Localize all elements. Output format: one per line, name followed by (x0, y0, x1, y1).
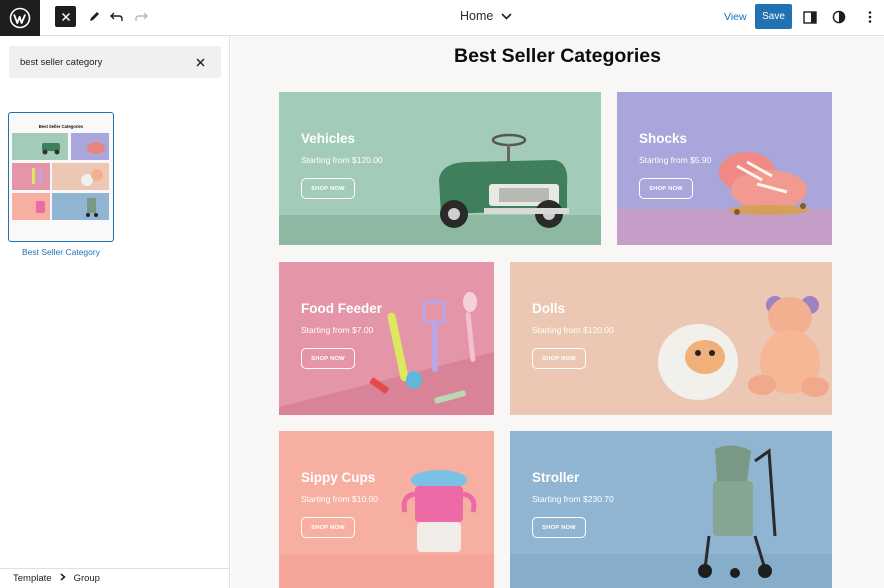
preview-tile (12, 133, 68, 160)
category-card-stroller[interactable]: Stroller Starting from $230.70 SHOP NOW (510, 431, 832, 588)
category-name: Stroller (532, 470, 580, 485)
shop-now-button[interactable]: SHOP NOW (301, 348, 355, 369)
category-name: Sippy Cups (301, 470, 376, 485)
undo-icon[interactable] (108, 7, 126, 27)
category-price: Starting from $120.00 (532, 325, 614, 335)
document-title: Home (460, 9, 494, 23)
preview-tile (52, 163, 109, 190)
booties-image (719, 152, 809, 215)
shop-now-button[interactable]: SHOP NOW (301, 178, 355, 199)
search-box (9, 46, 221, 78)
stroller-image (698, 445, 777, 578)
category-price: Starting from $5.90 (639, 155, 712, 165)
category-name: Shocks (639, 131, 688, 146)
chevron-right-icon (60, 573, 66, 584)
editor-canvas: Best Seller Categories Vehicles Starting… (231, 37, 884, 588)
category-price: Starting from $7.00 (301, 325, 374, 335)
category-card-dolls[interactable]: Dolls Starting from $120.00 SHOP NOW (510, 262, 832, 415)
category-price: Starting from $230.70 (532, 494, 614, 504)
breadcrumb-item-group[interactable]: Group (74, 573, 100, 584)
breadcrumb: Template Group (0, 568, 230, 588)
preview-tile (12, 163, 50, 190)
category-card-sippy-cups[interactable]: Sippy Cups Starting from $10.00 SHOP NOW (279, 431, 494, 588)
more-options-icon[interactable] (861, 8, 879, 26)
category-price: Starting from $120.00 (301, 155, 383, 165)
clear-search-icon[interactable] (193, 55, 207, 69)
sidebar-toggle-icon[interactable] (801, 8, 819, 26)
preview-tile (52, 193, 109, 220)
search-input[interactable] (9, 46, 189, 78)
shop-now-button[interactable]: SHOP NOW (301, 517, 355, 538)
category-card-shocks[interactable]: Shocks Starting from $5.90 SHOP NOW (617, 92, 832, 245)
category-name: Food Feeder (301, 301, 383, 316)
wordpress-logo-icon[interactable] (0, 0, 40, 36)
page-title: Best Seller Categories (453, 45, 661, 67)
chevron-down-icon (501, 9, 512, 23)
category-name: Vehicles (301, 131, 356, 146)
plush-dolls-image (658, 296, 829, 400)
pattern-label[interactable]: Best Seller Category (8, 247, 114, 257)
toy-car-image (439, 133, 569, 228)
redo-icon[interactable] (132, 7, 150, 27)
category-card-food-feeder[interactable]: Food Feeder Starting from $7.00 SHOP NOW (279, 262, 494, 415)
styles-contrast-icon[interactable] (830, 8, 848, 26)
pattern-inserter-sidebar: Best Seller Categories Best Seller Categ… (0, 36, 230, 588)
pattern-preview-title: Best Seller Categories (38, 124, 84, 129)
shop-now-button[interactable]: SHOP NOW (532, 348, 586, 369)
save-button[interactable]: Save (755, 4, 792, 29)
preview-tile (71, 133, 109, 160)
shop-now-button[interactable]: SHOP NOW (639, 178, 693, 199)
pencil-tool-icon[interactable] (85, 7, 103, 27)
category-price: Starting from $10.00 (301, 494, 379, 504)
shop-now-button[interactable]: SHOP NOW (532, 517, 586, 538)
pattern-preview-card[interactable]: Best Seller Categories (8, 112, 114, 242)
editor-top-bar: Home View Save (0, 0, 884, 36)
category-card-vehicles[interactable]: Vehicles Starting from $120.00 SHOP NOW (279, 92, 601, 245)
sippy-cup-image (401, 470, 477, 552)
preview-tile (12, 193, 50, 220)
category-name: Dolls (532, 301, 566, 316)
view-button[interactable]: View (724, 11, 747, 23)
close-icon[interactable] (55, 6, 76, 27)
document-title-dropdown[interactable]: Home (460, 9, 512, 23)
breadcrumb-item-template[interactable]: Template (13, 573, 52, 584)
feeder-utensils-image (369, 292, 477, 404)
